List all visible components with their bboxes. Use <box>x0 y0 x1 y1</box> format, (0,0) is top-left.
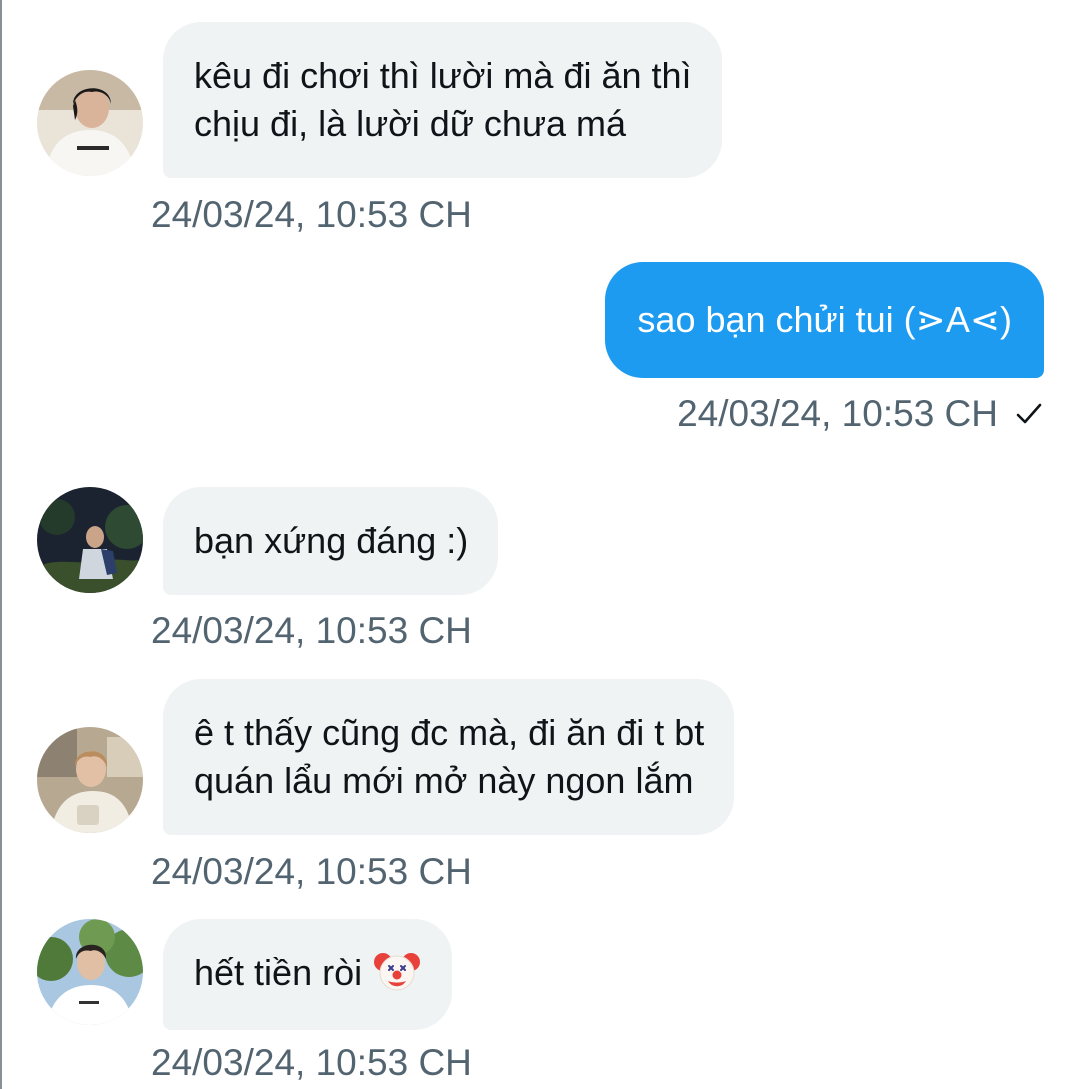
sender-avatar[interactable] <box>37 727 143 833</box>
message-bubble-outgoing[interactable]: sao bạn chửi tui (⋗A⋖) <box>605 262 1044 378</box>
message-bubble-incoming[interactable]: kêu đi chơi thì lười mà đi ăn thì chịu đ… <box>163 22 722 178</box>
message-bubble-incoming[interactable]: ê t thấy cũng đc mà, đi ăn đi t bt quán … <box>163 679 735 835</box>
message-text: ê t thấy cũng đc mà, đi ăn đi t bt <box>194 712 705 753</box>
message-bubble-incoming[interactable]: hết tiền ròi <box>163 919 453 1031</box>
message-thread[interactable]: kêu đi chơi thì lười mà đi ăn thì chịu đ… <box>0 0 1080 1089</box>
message-timestamp: 24/03/24, 10:53 CH <box>151 1042 472 1083</box>
clown-face-icon <box>372 946 422 996</box>
message-text: quán lẩu mới mở này ngon lắm <box>194 760 694 801</box>
message-timestamp: 24/03/24, 10:53 CH <box>151 851 472 892</box>
sender-avatar[interactable] <box>37 70 143 176</box>
avatar-outdoor-night-icon <box>37 487 143 593</box>
sender-avatar[interactable] <box>37 487 143 593</box>
avatar-white-shirt-icon <box>37 70 143 176</box>
message-text-content: hết tiền ròi <box>194 952 363 993</box>
avatar-cafe-icon <box>37 727 143 833</box>
message-timestamp: 24/03/24, 10:53 CH <box>151 194 472 235</box>
sender-avatar[interactable] <box>37 919 143 1025</box>
message-bubble-incoming[interactable]: bạn xứng đáng :) <box>163 487 499 595</box>
message-text: hết tiền ròi <box>194 949 422 1000</box>
message-text: kêu đi chơi thì lười mà đi ăn thì <box>194 55 692 96</box>
message-text: sao bạn chửi tui (⋗A⋖) <box>637 299 1012 340</box>
message-timestamp: 24/03/24, 10:53 CH <box>151 610 472 651</box>
check-icon <box>1014 399 1044 429</box>
message-text: bạn xứng đáng :) <box>194 520 469 561</box>
message-timestamp: 24/03/24, 10:53 CH <box>677 393 998 434</box>
message-timestamp-row: 24/03/24, 10:53 CH <box>677 392 1044 436</box>
avatar-trees-icon <box>37 919 143 1025</box>
message-text: chịu đi, là lười dữ chưa má <box>194 103 627 144</box>
